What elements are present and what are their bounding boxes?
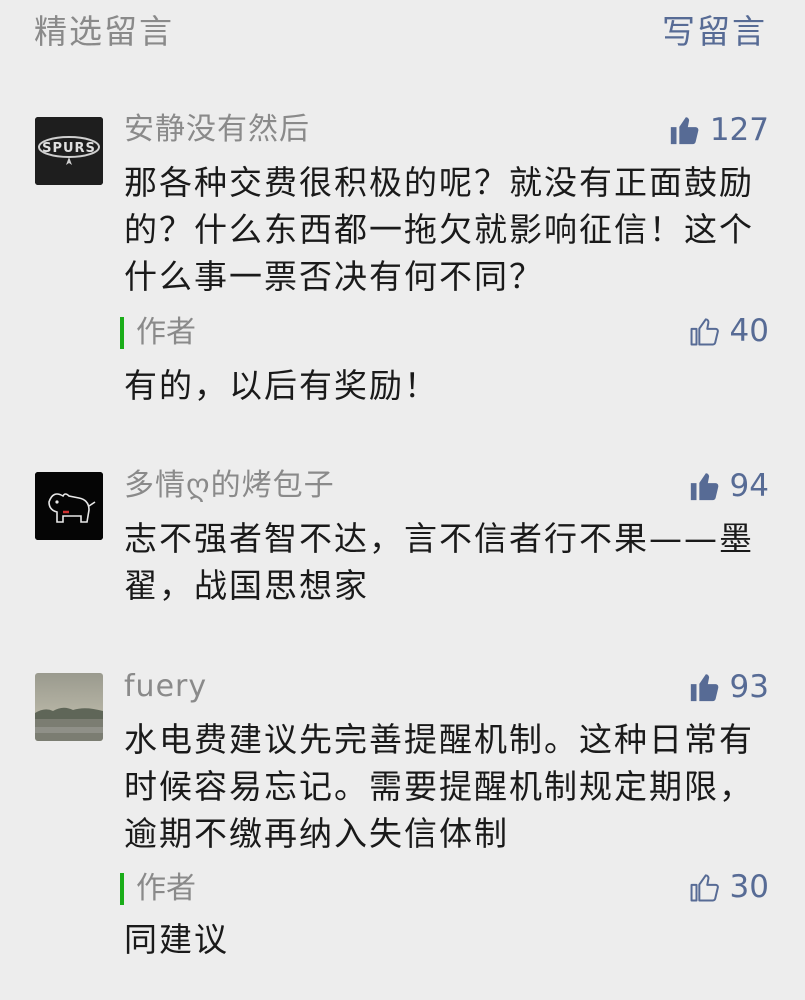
write-comment-link[interactable]: 写留言 <box>662 10 767 54</box>
thumbs-up-outline-icon <box>690 874 719 902</box>
comments-page: 精选留言 写留言 SPURS 安静没有然后 127 那各种交费很积极的呢？就没有… <box>0 0 805 1000</box>
author-reply-text: 有的，以后有奖励！ <box>124 366 439 405</box>
reply-like-button[interactable]: 40 <box>688 311 769 351</box>
comment-nickname[interactable]: 多情ღ的烤包子 <box>124 466 335 506</box>
comment-text: 水电费建议先完善提醒机制。这种日常有时候容易忘记。需要提醒机制规定期限，逾期不缴… <box>124 720 754 853</box>
comment-text: 志不强者智不达，言不信者行不果——墨翟，战国思想家 <box>124 519 754 605</box>
author-indicator-bar <box>120 873 124 905</box>
thumbs-up-outline-icon <box>690 318 719 346</box>
author-reply-text: 同建议 <box>124 920 229 959</box>
like-button[interactable]: 94 <box>688 466 769 506</box>
svg-text:SPURS: SPURS <box>42 141 96 156</box>
spurs-logo-avatar[interactable]: SPURS <box>35 117 103 185</box>
comment-text: 那各种交费很积极的呢？就没有正面鼓励的？什么东西都一拖欠就影响征信！这个什么事一… <box>124 163 754 296</box>
reply-like-button[interactable]: 30 <box>688 867 769 907</box>
author-label: 作者 <box>136 315 196 350</box>
reply-like-count: 40 <box>729 313 769 349</box>
thumbs-up-filled-icon <box>690 674 718 702</box>
like-count: 94 <box>729 468 769 504</box>
landscape-avatar[interactable] <box>35 673 103 741</box>
like-count: 93 <box>729 669 769 705</box>
author-indicator-bar <box>120 317 124 349</box>
comment-nickname[interactable]: 安静没有然后 <box>124 110 310 150</box>
author-label: 作者 <box>136 871 196 906</box>
featured-comments-title: 精选留言 <box>34 12 174 51</box>
thumbs-up-filled-icon <box>670 117 699 145</box>
like-count: 127 <box>709 112 769 148</box>
like-button[interactable]: 93 <box>688 667 769 707</box>
dog-avatar[interactable] <box>35 472 103 540</box>
thumbs-up-filled-icon <box>690 473 718 501</box>
like-button[interactable]: 127 <box>668 110 769 150</box>
author-reply-tag: 作者 <box>120 313 196 353</box>
author-reply-tag: 作者 <box>120 869 196 909</box>
comment-nickname[interactable]: fuery <box>124 667 207 707</box>
reply-like-count: 30 <box>729 869 769 905</box>
